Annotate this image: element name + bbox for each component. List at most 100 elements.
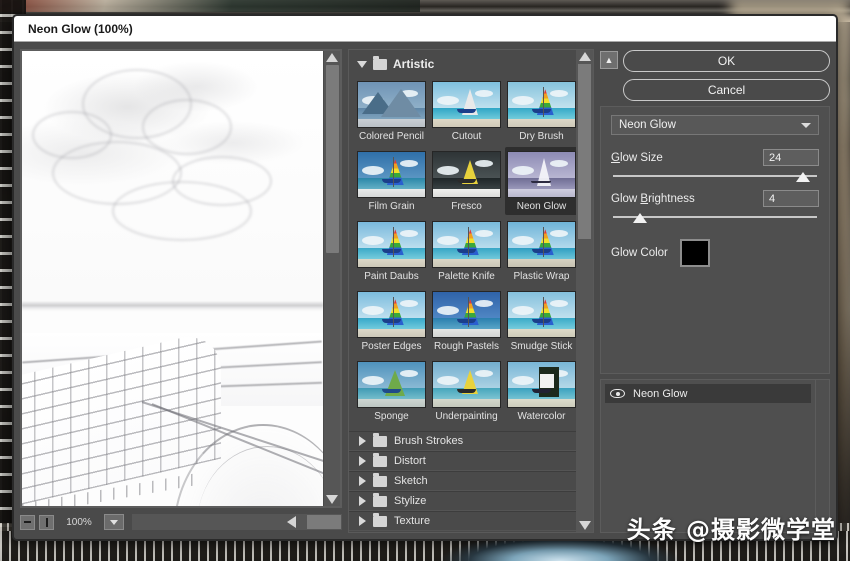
filter-thumb-smudge-stick[interactable]: Smudge Stick [505, 287, 576, 355]
zoom-out-button[interactable] [20, 514, 35, 530]
gallery-vscroll-thumb[interactable] [578, 64, 591, 239]
triangle-right-icon[interactable] [359, 456, 366, 466]
filter-thumb-label: Poster Edges [361, 341, 422, 352]
filter-thumb-watercolor[interactable]: Watercolor [505, 357, 576, 425]
preview-horizontal-scrollbar[interactable] [132, 514, 359, 530]
glow-color-swatch[interactable] [679, 239, 710, 267]
filter-thumb-label: Smudge Stick [510, 341, 573, 352]
filter-thumb-label: Palette Knife [438, 271, 495, 282]
preview-scroll-down-icon[interactable] [326, 495, 338, 504]
category-row-texture[interactable]: Texture [349, 511, 576, 531]
cancel-button[interactable]: Cancel [623, 79, 830, 101]
preview-scroll-up-icon[interactable] [326, 53, 338, 62]
category-label: Distort [394, 455, 426, 467]
settings-pane: ▲ OK Cancel Neon Glow Glow Size 24 Glow Br… [600, 49, 830, 533]
folder-icon [373, 432, 387, 447]
zoom-dropdown-button[interactable] [104, 514, 124, 530]
parameter-value-field[interactable]: 24 [763, 149, 819, 166]
category-row-distort[interactable]: Distort [349, 451, 576, 471]
filter-thumb-label: Paint Daubs [364, 271, 419, 282]
filter-thumb-poster-edges[interactable]: Poster Edges [355, 287, 428, 355]
filter-thumb-label: Dry Brush [519, 131, 564, 142]
folder-icon [373, 452, 387, 467]
preview-frame [20, 49, 342, 508]
filter-thumb-sponge[interactable]: Sponge [355, 357, 428, 425]
preview-vscroll-thumb[interactable] [325, 65, 339, 253]
triangle-right-icon[interactable] [359, 516, 366, 526]
filter-thumbnail-image [432, 291, 501, 338]
filter-select-value: Neon Glow [619, 119, 676, 131]
preview-scroll-left-icon[interactable] [287, 516, 296, 528]
collapsed-category-list: Brush Strokes Distort Sketch Stylize Texture [349, 431, 576, 531]
preview-toolbar: 100% [20, 511, 359, 533]
filter-gallery-scroll-area: Artistic Colored Pencil Cutout Dry Brush Fi… [349, 50, 576, 532]
filter-settings-box: Neon Glow Glow Size 24 Glow Brightness 4 Gl… [600, 106, 830, 374]
category-label: Stylize [394, 495, 427, 507]
filter-thumbnail-image [432, 81, 501, 128]
filter-thumb-label: Underpainting [435, 411, 498, 422]
triangle-right-icon[interactable] [359, 476, 366, 486]
filter-select-dropdown[interactable]: Neon Glow [611, 115, 819, 135]
filter-gallery-pane: Artistic Colored Pencil Cutout Dry Brush Fi… [348, 49, 594, 533]
chevron-down-icon [801, 122, 811, 128]
filter-thumbnail-image [432, 221, 501, 268]
triangle-right-icon[interactable] [359, 436, 366, 446]
filter-thumb-label: Fresco [451, 201, 482, 212]
filter-thumb-label: Film Grain [368, 201, 415, 212]
filter-thumb-label: Sponge [374, 411, 409, 422]
gallery-scroll-up-icon[interactable] [578, 52, 591, 61]
zoom-in-button[interactable] [39, 514, 54, 530]
filter-thumb-rough-pastels[interactable]: Rough Pastels [430, 287, 503, 355]
filter-thumb-label: Colored Pencil [358, 131, 425, 142]
filter-thumb-dry-brush[interactable]: Dry Brush [505, 77, 576, 145]
parameter-glow-size: Glow Size 24 [611, 149, 819, 184]
filter-thumb-neon-glow[interactable]: Neon Glow [505, 147, 576, 215]
filter-thumb-paint-daubs[interactable]: Paint Daubs [355, 217, 428, 285]
triangle-right-icon[interactable] [359, 496, 366, 506]
filter-thumbnail-image [507, 81, 576, 128]
parameter-value-field[interactable]: 4 [763, 190, 819, 207]
filter-thumb-label: Cutout [451, 131, 482, 142]
filter-thumbnail-image [507, 151, 576, 198]
filter-thumbnail-image [432, 151, 501, 198]
eye-icon[interactable] [610, 388, 625, 400]
filter-thumb-fresco[interactable]: Fresco [430, 147, 503, 215]
gallery-vertical-scrollbar[interactable] [576, 50, 593, 532]
filter-thumb-palette-knife[interactable]: Palette Knife [430, 217, 503, 285]
category-row-sketch[interactable]: Sketch [349, 471, 576, 491]
filter-thumbnail-image [357, 291, 426, 338]
filter-thumb-cutout[interactable]: Cutout [430, 77, 503, 145]
triangle-down-icon[interactable] [357, 60, 367, 68]
slider-knob[interactable] [632, 213, 647, 223]
category-row-brush-strokes[interactable]: Brush Strokes [349, 431, 576, 451]
ok-button[interactable]: OK [623, 50, 830, 72]
preview-hscroll-thumb[interactable] [307, 515, 341, 529]
filter-thumbnail-image [357, 151, 426, 198]
category-header-artistic[interactable]: Artistic [349, 50, 576, 77]
filter-thumb-label: Neon Glow [516, 201, 567, 212]
filter-thumbnail-image [507, 221, 576, 268]
filter-thumb-underpainting[interactable]: Underpainting [430, 357, 503, 425]
preview-image[interactable] [22, 51, 323, 506]
filter-thumbnail-image [357, 81, 426, 128]
gallery-scroll-down-icon[interactable] [578, 521, 591, 530]
filter-thumb-film-grain[interactable]: Film Grain [355, 147, 428, 215]
glow-color-label: Glow Color [611, 247, 668, 259]
filter-thumbnail-image [507, 291, 576, 338]
parameters-container: Glow Size 24 Glow Brightness 4 [611, 149, 819, 225]
parameter-glow-brightness: Glow Brightness 4 [611, 190, 819, 225]
filter-thumb-colored-pencil[interactable]: Colored Pencil [355, 77, 428, 145]
category-row-stylize[interactable]: Stylize [349, 491, 576, 511]
parameter-label: Glow Size [611, 151, 663, 164]
filter-thumb-plastic-wrap[interactable]: Plastic Wrap [505, 217, 576, 285]
parameter-slider[interactable] [613, 172, 817, 184]
preview-vertical-scrollbar[interactable] [323, 51, 340, 506]
filter-thumbnail-image [357, 361, 426, 408]
slider-knob[interactable] [795, 172, 810, 182]
category-label: Texture [394, 515, 431, 527]
double-chevron-up-icon[interactable]: ▲ [600, 51, 618, 69]
slider-track [613, 175, 817, 177]
category-label: Sketch [394, 475, 428, 487]
parameter-slider[interactable] [613, 213, 817, 225]
layer-row[interactable]: Neon Glow [605, 384, 811, 403]
